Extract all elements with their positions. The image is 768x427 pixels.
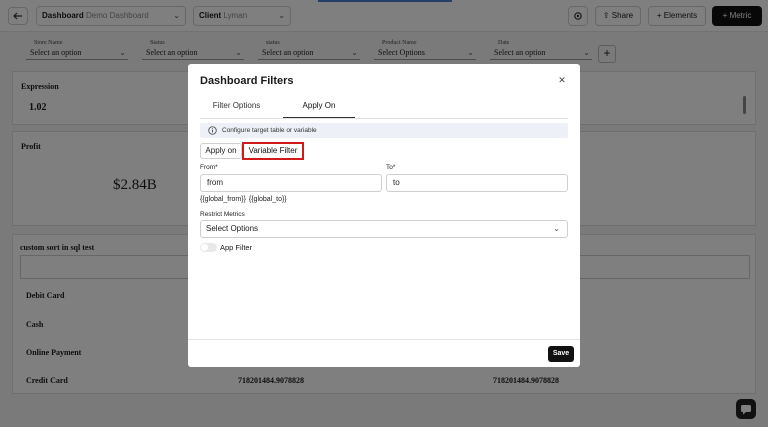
modal-title: Dashboard Filters xyxy=(200,75,294,87)
info-banner: Configure target table or variable xyxy=(200,123,568,138)
tab-filter-options[interactable]: Filter Options xyxy=(200,98,273,118)
dashboard-filters-modal: Dashboard Filters ✕ Filter Options Apply… xyxy=(188,64,580,367)
close-button[interactable]: ✕ xyxy=(557,75,567,85)
tab-apply-on[interactable]: Apply On xyxy=(283,98,355,118)
restrict-metrics-select[interactable]: Select Options ⌄ xyxy=(200,220,568,238)
close-icon: ✕ xyxy=(558,75,566,85)
toggle-knob xyxy=(201,244,208,251)
save-button[interactable]: Save xyxy=(548,346,574,362)
app-filter-label: App Filter xyxy=(220,243,253,252)
info-icon xyxy=(208,126,217,135)
restrict-metrics-label: Restrict Metrics xyxy=(200,211,245,218)
from-label: From* xyxy=(200,164,218,171)
modal-footer-divider xyxy=(188,339,580,340)
variable-hint: {{global_from}} {{global_to}} xyxy=(200,196,287,203)
modal-tabs: Filter Options Apply On xyxy=(200,98,568,118)
restrict-metrics-placeholder: Select Options xyxy=(206,224,259,233)
app-filter-toggle[interactable] xyxy=(200,243,217,252)
variable-filter-button[interactable]: Variable Filter xyxy=(242,142,304,160)
tabs-divider xyxy=(200,118,568,119)
info-text: Configure target table or variable xyxy=(222,127,317,134)
to-input[interactable]: to xyxy=(386,174,568,192)
from-input[interactable]: from xyxy=(200,174,382,192)
chevron-down-icon: ⌄ xyxy=(553,224,560,233)
to-label: To* xyxy=(386,164,396,171)
apply-on-button[interactable]: Apply on xyxy=(200,143,242,159)
